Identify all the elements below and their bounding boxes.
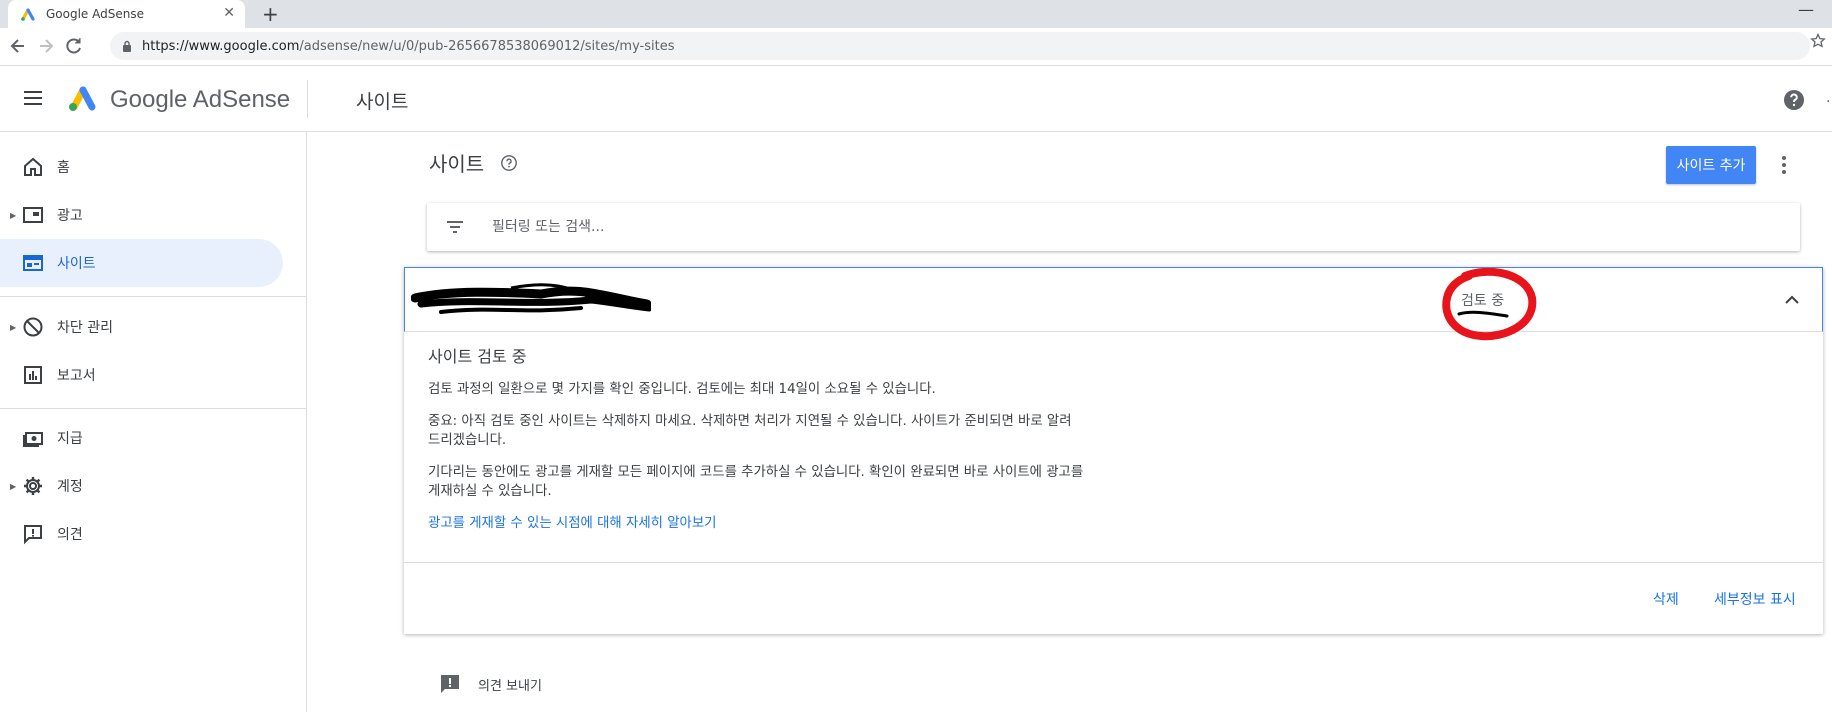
adsense-logo-icon — [69, 86, 96, 111]
sidebar-item-ads[interactable]: ▶ 광고 — [0, 191, 283, 239]
sidebar-item-blocking[interactable]: ▶ 차단 관리 — [0, 303, 283, 351]
feedback-icon — [441, 675, 459, 693]
more-vert-icon[interactable] — [1772, 153, 1796, 177]
sidebar-item-label: 보고서 — [57, 368, 96, 384]
url-path: /adsense/new/u/0/pub-2656678538069012/si… — [299, 38, 675, 54]
add-site-button[interactable]: 사이트 추가 — [1666, 146, 1756, 184]
annotation-circle — [1442, 268, 1537, 341]
expand-arrow-icon[interactable]: ▶ — [10, 211, 16, 220]
expand-arrow-icon[interactable]: ▶ — [10, 323, 16, 332]
sidebar-item-sites[interactable]: 사이트 — [0, 239, 283, 287]
reports-icon — [24, 366, 42, 384]
reload-icon[interactable] — [64, 36, 84, 56]
window-minimize-button[interactable]: — — [1798, 0, 1814, 19]
sidebar-item-feedback[interactable]: 의견 — [0, 510, 283, 558]
site-card: 검토 중 사이트 검토 중 검토 과정의 일환으로 몇 가지를 확인 중입니다.… — [404, 267, 1823, 634]
detail-paragraph: 기다리는 동안에도 광고를 게재할 모든 페이지에 코드를 추가하실 수 있습니… — [428, 465, 1084, 499]
detail-paragraph: 검토 과정의 일환으로 몇 가지를 확인 중입니다. 검토에는 최대 14일이 … — [428, 382, 936, 397]
header-page-title: 사이트 — [356, 91, 409, 113]
sidebar-item-label: 홈 — [57, 160, 70, 176]
back-icon[interactable] — [8, 36, 28, 56]
delete-button[interactable]: 삭제 — [1653, 589, 1679, 609]
sidebar-item-payments[interactable]: 지급 — [0, 414, 283, 462]
adsense-favicon-icon — [21, 8, 35, 21]
block-icon — [23, 317, 43, 337]
filter-bar — [427, 203, 1800, 251]
forward-icon[interactable] — [36, 36, 56, 56]
feedback-label: 의견 보내기 — [478, 678, 542, 694]
sidebar-item-label: 계정 — [57, 479, 83, 495]
detail-title: 사이트 검토 중 — [428, 347, 527, 366]
redacted-site-name — [411, 283, 651, 314]
browser-toolbar: https://www.google.com/adsense/new/u/0/p… — [0, 28, 1832, 66]
sidebar-divider — [0, 408, 307, 409]
url-host: https://www.google.com — [142, 38, 300, 54]
app-header: Google AdSense 사이트 . — [0, 66, 1832, 132]
payments-icon — [23, 432, 43, 447]
show-details-button[interactable]: 세부정보 표시 — [1714, 589, 1796, 609]
expand-arrow-icon[interactable]: ▶ — [10, 482, 16, 491]
browser-tab[interactable]: Google AdSense ✕ — [8, 0, 245, 28]
help-outline-icon[interactable] — [500, 154, 518, 172]
sidebar-item-account[interactable]: ▶ 계정 — [0, 462, 283, 510]
account-edge: . — [1826, 90, 1831, 106]
brand-name: Google AdSense — [110, 86, 291, 113]
filter-icon[interactable] — [445, 217, 465, 237]
menu-icon[interactable] — [22, 87, 44, 109]
bookmark-star-icon[interactable] — [1810, 33, 1826, 49]
feedback-icon — [24, 525, 42, 545]
tab-close-icon[interactable]: ✕ — [223, 5, 235, 21]
sidebar-item-label: 지급 — [57, 431, 83, 447]
sidebar-item-reports[interactable]: 보고서 — [0, 351, 283, 399]
home-icon — [24, 157, 42, 176]
url-bar[interactable]: https://www.google.com/adsense/new/u/0/p… — [110, 32, 1810, 60]
sidebar-item-home[interactable]: 홈 — [0, 143, 283, 191]
filter-search-input[interactable] — [492, 215, 1392, 239]
gear-icon — [24, 477, 42, 495]
lock-icon — [123, 40, 131, 52]
sidebar-divider — [0, 296, 307, 297]
sidebar-item-label: 차단 관리 — [57, 320, 113, 336]
browser-tabstrip: Google AdSense ✕ + — — [0, 0, 1832, 28]
site-detail-panel: 사이트 검토 중 검토 과정의 일환으로 몇 가지를 확인 중입니다. 검토에는… — [428, 347, 1088, 533]
sidebar: 홈 ▶ 광고 사이트 ▶ 차단 관리 보고서 지급 ▶ 계정 의견 — [0, 132, 307, 712]
card-divider — [404, 562, 1823, 563]
help-icon[interactable] — [1782, 88, 1806, 112]
learn-more-link[interactable]: 광고를 게재할 수 있는 시점에 대해 자세히 알아보기 — [428, 516, 717, 531]
chevron-up-icon[interactable] — [1780, 288, 1804, 312]
site-row-header[interactable]: 검토 중 — [404, 267, 1823, 341]
page-title: 사이트 — [429, 152, 485, 176]
sidebar-item-label: 사이트 — [57, 256, 96, 272]
sidebar-item-label: 의견 — [57, 527, 83, 543]
new-tab-button[interactable]: + — [262, 2, 279, 26]
tab-title: Google AdSense — [46, 7, 144, 21]
header-divider — [307, 80, 308, 118]
sites-icon — [23, 255, 43, 271]
detail-paragraph: 중요: 아직 검토 중인 사이트는 삭제하지 마세요. 삭제하면 처리가 지연될… — [428, 414, 1072, 448]
ads-icon — [23, 207, 43, 223]
sidebar-item-label: 광고 — [57, 208, 83, 224]
send-feedback-button[interactable]: 의견 보내기 — [438, 672, 542, 696]
